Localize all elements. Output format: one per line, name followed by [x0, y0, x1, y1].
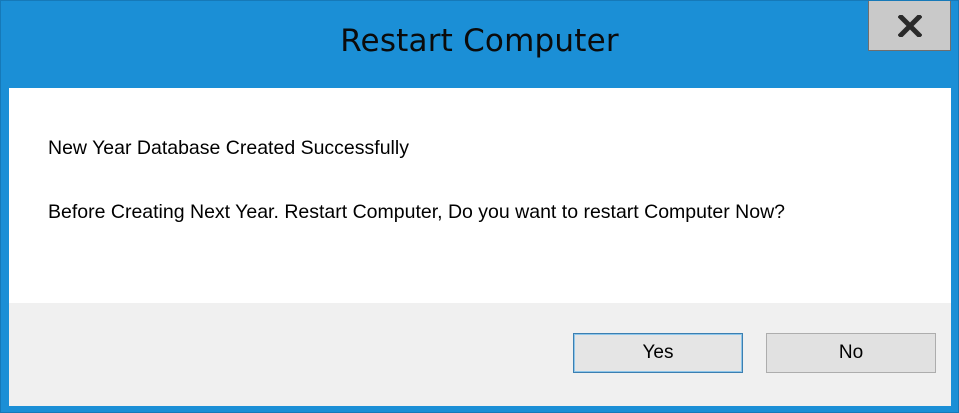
restart-prompt: Before Creating Next Year. Restart Compu… [48, 201, 786, 223]
close-icon [897, 14, 922, 37]
close-button[interactable] [868, 1, 951, 51]
success-message: New Year Database Created Successfully [48, 137, 409, 159]
yes-button[interactable]: Yes [573, 333, 743, 373]
message-area: New Year Database Created Successfully B… [9, 88, 951, 303]
restart-dialog: Restart Computer New Year Database Creat… [0, 0, 959, 413]
button-bar: Yes No [9, 303, 951, 406]
title-bar[interactable]: Restart Computer [1, 1, 958, 87]
no-button[interactable]: No [766, 333, 936, 373]
dialog-title: Restart Computer [340, 23, 619, 59]
